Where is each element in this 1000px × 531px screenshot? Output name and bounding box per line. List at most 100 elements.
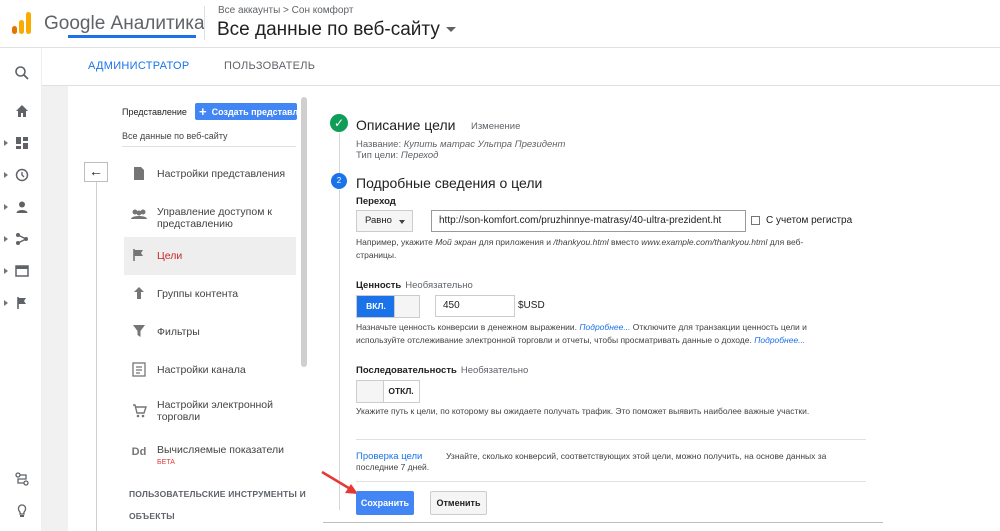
goal-details-title: Подробные сведения о цели — [356, 175, 543, 191]
edit-link[interactable]: Изменение — [471, 121, 520, 132]
url-hint-instead: вместо — [611, 237, 639, 247]
goal-type-label: Тип цели: — [356, 150, 399, 161]
menu-label: Настройки канала — [157, 364, 246, 376]
verify-goal-link[interactable]: Проверка цели — [356, 451, 422, 462]
admin-tabs: АДМИНИСТРАТОР ПОЛЬЗОВАТЕЛЬ — [42, 48, 1000, 86]
menu-item-access[interactable]: Управление доступом к представлению — [124, 200, 296, 232]
menu-item-ecommerce[interactable]: Настройки электронной торговли — [124, 396, 296, 426]
verify-text-line2: последние 7 дней. — [356, 462, 430, 472]
optional-label: Необязательно — [460, 365, 529, 376]
goal-name-value: Купить матрас Ультра Президент — [403, 139, 566, 150]
value-input[interactable]: 450 — [435, 295, 515, 317]
doc-icon — [130, 166, 148, 182]
case-sensitive-checkbox[interactable] — [751, 216, 760, 225]
value-toggle[interactable]: ВКЛ. — [356, 295, 420, 318]
divider — [356, 439, 866, 440]
step-connector — [339, 190, 340, 510]
left-nav-rail — [0, 48, 42, 531]
menu-label: Управление доступом к представлению — [157, 206, 272, 230]
menu-item-channel-settings[interactable]: Настройки канала — [124, 358, 296, 382]
brand-name[interactable]: Google Аналитика — [44, 13, 205, 35]
clock-icon[interactable] — [14, 168, 30, 184]
breadcrumb[interactable]: Все аккаунты > Сон комфорт — [218, 5, 353, 16]
value-label: Ценность — [356, 280, 402, 291]
step-connector — [339, 133, 340, 173]
back-button[interactable]: ← — [84, 162, 108, 182]
more-link[interactable]: Подробнее... — [754, 335, 805, 345]
menu-item-view-settings[interactable]: Настройки представления — [124, 162, 296, 186]
beta-badge: БЕТА — [157, 459, 175, 466]
person-icon[interactable] — [14, 200, 30, 216]
expand-arrow-icon[interactable] — [4, 236, 8, 242]
value-hint-post: Отключите для транзакции ценность цели и — [632, 322, 807, 332]
expand-arrow-icon[interactable] — [4, 172, 8, 178]
tab-admin[interactable]: АДМИНИСТРАТОР — [88, 60, 189, 72]
verify-text: Узнайте, сколько конверсий, соответствую… — [446, 451, 827, 461]
value-hint-pre: Назначьте ценность конверсии в денежном … — [356, 322, 577, 332]
funnel-label: Последовательность — [356, 365, 457, 376]
search-icon[interactable] — [14, 65, 30, 81]
optional-label: Необязательно — [405, 280, 473, 291]
flag-icon[interactable] — [14, 296, 30, 312]
bottom-divider — [323, 522, 883, 523]
analytics-logo-icon[interactable] — [12, 12, 32, 34]
cancel-button[interactable]: Отменить — [430, 491, 487, 515]
acquisition-icon[interactable] — [14, 232, 30, 248]
chevron-down-icon — [445, 27, 456, 33]
destination-url-input[interactable]: http://son-komfort.com/pruzhinnye-matras… — [431, 210, 746, 232]
step-number-badge: 2 — [331, 173, 347, 189]
menu-label: Фильтры — [157, 326, 200, 338]
property-selector[interactable]: Все данные по веб-сайту — [217, 19, 456, 41]
menu-item-goals[interactable]: Цели — [124, 237, 296, 275]
connect-icon[interactable] — [14, 472, 30, 488]
menu-item-calculated-metrics[interactable]: Dd Вычисляемые показатели БЕТА — [124, 442, 296, 468]
destination-label: Переход — [356, 196, 396, 207]
menu-label: Цели — [157, 250, 183, 262]
match-type-select[interactable]: Равно — [356, 210, 413, 232]
value-label-row: Ценность Необязательно — [356, 280, 473, 291]
menu-label: Настройки представления — [157, 168, 286, 180]
menu-item-filters[interactable]: Фильтры — [124, 320, 296, 344]
toggle-on-label: ВКЛ. — [357, 296, 395, 317]
view-label: Представление — [122, 107, 187, 117]
chevron-down-icon — [399, 220, 405, 224]
divider — [356, 481, 866, 482]
lightbulb-icon[interactable] — [14, 504, 30, 520]
home-icon[interactable] — [14, 104, 30, 120]
funnel-hint: Укажите путь к цели, по которому вы ожид… — [356, 406, 810, 416]
expand-arrow-icon[interactable] — [4, 268, 8, 274]
expand-arrow-icon[interactable] — [4, 204, 8, 210]
view-name[interactable]: Все данные по веб-сайту — [122, 131, 228, 141]
url-hint-mid: для приложения и — [478, 237, 552, 247]
menu-label: Вычисляемые показатели — [157, 444, 284, 456]
active-tab-indicator — [68, 35, 196, 38]
funnel-toggle[interactable]: ОТКЛ. — [356, 380, 420, 403]
toggle-knob — [394, 296, 419, 317]
dd-icon: Dd — [131, 446, 147, 458]
scrollbar[interactable] — [301, 97, 307, 367]
behavior-icon[interactable] — [14, 264, 30, 280]
filter-icon — [130, 324, 148, 340]
save-button[interactable]: Сохранить — [356, 491, 414, 515]
create-view-button[interactable]: + Создать представление — [195, 103, 297, 120]
menu-label: Настройки электронной торговли — [157, 399, 273, 423]
funnel-label-row: Последовательность Необязательно — [356, 365, 528, 376]
expand-arrow-icon[interactable] — [4, 140, 8, 146]
toggle-knob — [357, 381, 384, 402]
check-icon: ✓ — [330, 114, 348, 132]
expand-arrow-icon[interactable] — [4, 300, 8, 306]
value-hint-line2: используйте отслеживание электронной тор… — [356, 335, 752, 345]
tab-user[interactable]: ПОЛЬЗОВАТЕЛЬ — [224, 60, 315, 72]
menu-item-content-groups[interactable]: Группы контента — [124, 282, 296, 306]
top-header: Google Аналитика Все аккаунты > Сон комф… — [0, 0, 1000, 48]
case-sensitive-label: С учетом регистра — [766, 215, 853, 226]
dashboard-icon[interactable] — [14, 136, 30, 152]
url-hint-example: www.example.com/thankyou.html — [641, 237, 768, 247]
currency-label: $USD — [518, 300, 545, 311]
match-type-value: Равно — [365, 215, 392, 226]
url-hint-app: Мой экран — [435, 237, 477, 247]
more-link[interactable]: Подробнее... — [579, 322, 630, 332]
section-heading-2: ОБЪЕКТЫ — [129, 511, 175, 521]
cart-icon — [130, 404, 148, 420]
content-group-icon — [130, 286, 148, 302]
